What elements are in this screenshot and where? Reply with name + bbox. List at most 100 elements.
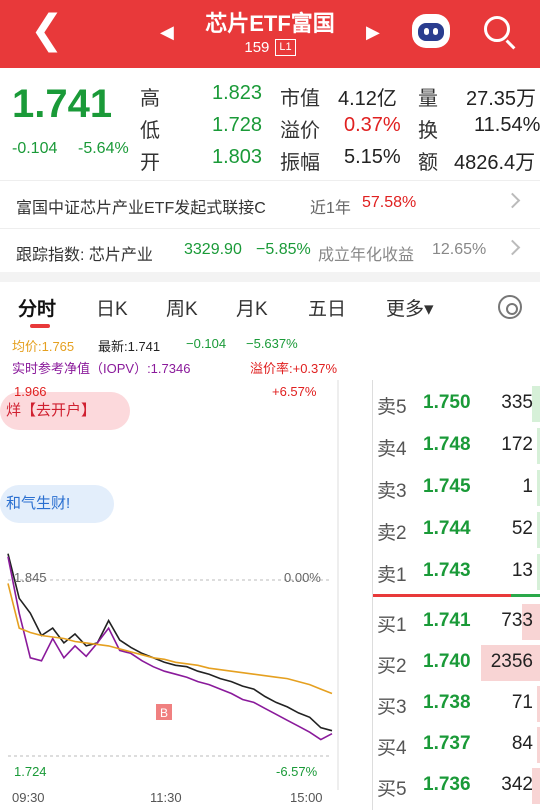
tab-daily-k[interactable]: 日K <box>96 294 128 321</box>
robot-icon[interactable] <box>412 14 450 48</box>
security-code: 159 L1 <box>0 39 540 56</box>
order-volume: 2356 <box>490 651 533 672</box>
robot-face <box>418 23 444 41</box>
chevron-right-icon <box>504 192 521 209</box>
order-price: 1.738 <box>423 692 471 713</box>
order-book-divider <box>373 594 540 597</box>
side-label: 买2 <box>377 656 407 677</box>
latest-change-pct: −5.637% <box>246 336 298 351</box>
y-tick-mid: 1.845 <box>14 570 47 585</box>
side-label: 卖2 <box>377 523 407 544</box>
tracking-index-value: 3329.90 <box>184 241 242 258</box>
y-tick-top: 1.966 <box>14 384 47 399</box>
side-label: 买5 <box>377 779 407 800</box>
ask-row-5[interactable]: 卖1 1.743 13 <box>373 554 540 590</box>
bid-row-4[interactable]: 买4 1.737 84 <box>373 727 540 763</box>
x-tick-open: 09:30 <box>12 790 45 805</box>
low-label: 低 <box>140 120 160 142</box>
ask-row-2[interactable]: 卖4 1.748 172 <box>373 428 540 464</box>
high-label: 高 <box>140 88 160 110</box>
x-tick-midday: 11:30 <box>150 790 182 805</box>
code-text: 159 <box>244 39 270 56</box>
order-price: 1.736 <box>423 774 471 795</box>
order-volume: 342 <box>501 774 533 795</box>
tab-monthly-k[interactable]: 月K <box>236 294 268 321</box>
high-value: 1.823 <box>212 82 263 104</box>
amount-label: 额 <box>418 152 438 174</box>
order-price: 1.748 <box>423 434 471 455</box>
order-price: 1.744 <box>423 518 471 539</box>
bid-row-5[interactable]: 买5 1.736 342 <box>373 768 540 804</box>
order-price: 1.741 <box>423 610 471 631</box>
volume-bar <box>532 386 540 422</box>
b-marker-label: B <box>160 706 168 720</box>
side-label: 买3 <box>377 697 407 718</box>
order-volume: 13 <box>511 560 533 581</box>
side-label: 买1 <box>377 615 407 636</box>
linked-fund-period: 近1年 <box>310 200 351 217</box>
order-price: 1.740 <box>423 651 471 672</box>
chart-svg: B <box>7 380 339 790</box>
y-tick-bottom: 1.724 <box>14 764 47 779</box>
premium-rate: 溢价率:+0.37% <box>250 361 338 376</box>
order-book: 卖5 1.750 335 卖4 1.748 172 卖3 1.745 1 卖2 1.744 52 卖1 1… <box>372 380 540 810</box>
tracking-index-row[interactable]: 跟踪指数: 芯片产业 3329.90 −5.85% 成立年化收益 12.65% <box>0 228 540 272</box>
search-icon[interactable] <box>484 16 510 42</box>
tab-intraday[interactable]: 分时 <box>18 294 56 328</box>
tracking-index-label: 跟踪指数: 芯片产业 <box>16 247 153 264</box>
robot-eye-right <box>433 28 438 35</box>
order-volume: 71 <box>511 692 533 713</box>
order-volume: 52 <box>511 518 533 539</box>
order-volume: 335 <box>501 392 533 413</box>
last-price: 1.741 <box>12 82 113 126</box>
bid-row-2[interactable]: 买2 1.740 2356 <box>373 645 540 681</box>
latest-change: −0.104 <box>186 336 227 351</box>
order-volume: 733 <box>501 610 533 631</box>
premium-label: 溢价 <box>280 120 320 142</box>
intraday-chart[interactable]: B 烊【去开户】 和气生财! 1.966 +6.57% 1.845 0.00% … <box>0 380 372 810</box>
linked-fund-name: 富国中证芯片产业ETF发起式联接C <box>16 200 266 217</box>
divider-red <box>373 594 511 597</box>
open-value: 1.803 <box>212 146 263 168</box>
tab-more[interactable]: 更多▾ <box>386 294 434 321</box>
level-tag: L1 <box>275 39 296 56</box>
bid-row-3[interactable]: 买3 1.738 71 <box>373 686 540 722</box>
turnover-label: 换 <box>418 120 438 142</box>
tracking-index-change: −5.85% <box>256 241 311 258</box>
section-divider <box>0 272 540 282</box>
bid-row-1[interactable]: 买1 1.741 733 <box>373 604 540 640</box>
order-price: 1.750 <box>423 392 471 413</box>
linked-fund-row[interactable]: 富国中证芯片产业ETF发起式联接C 近1年 57.58% <box>0 180 540 228</box>
ask-row-4[interactable]: 卖2 1.744 52 <box>373 512 540 548</box>
mktcap-value: 4.12亿 <box>338 88 397 110</box>
amount-value: 4826.4万 <box>454 152 536 174</box>
premium-value: 0.37% <box>344 114 401 136</box>
annual-return-label: 成立年化收益 <box>318 247 415 264</box>
linked-fund-return: 57.58% <box>362 194 417 211</box>
header-bar: ❮ ◀ 芯片ETF富国 159 L1 ▶ <box>0 0 540 68</box>
mktcap-label: 市值 <box>280 88 320 110</box>
order-price: 1.743 <box>423 560 471 581</box>
side-label: 卖3 <box>377 481 407 502</box>
tab-five-day[interactable]: 五日 <box>308 294 346 321</box>
volume-label: 量 <box>418 88 438 110</box>
tab-weekly-k[interactable]: 周K <box>166 294 198 321</box>
ask-row-1[interactable]: 卖5 1.750 335 <box>373 386 540 422</box>
side-label: 买4 <box>377 738 407 759</box>
gear-icon[interactable] <box>498 295 522 319</box>
volume-value: 27.35万 <box>466 88 537 110</box>
ask-row-3[interactable]: 卖3 1.745 1 <box>373 470 540 506</box>
order-volume: 84 <box>511 733 533 754</box>
side-label: 卖5 <box>377 397 407 418</box>
turnover-value: 11.54% <box>474 114 540 136</box>
triangle-right-icon[interactable]: ▶ <box>366 22 380 43</box>
latest-price: 最新:1.741 <box>98 339 161 354</box>
price-change: -0.104 <box>12 140 58 157</box>
promo-greeting-pill[interactable]: 和气生财! <box>0 485 114 523</box>
pct-tick-top: +6.57% <box>272 384 317 399</box>
open-label: 开 <box>140 152 160 174</box>
volume-bar <box>532 768 540 804</box>
order-volume: 1 <box>522 476 533 497</box>
pct-tick-bottom: -6.57% <box>276 764 318 779</box>
chevron-right-icon <box>504 239 521 256</box>
